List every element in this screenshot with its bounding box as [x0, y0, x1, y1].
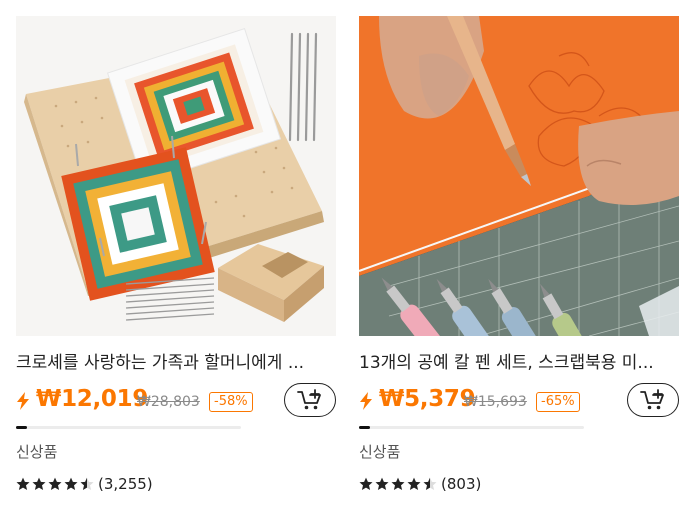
- sales-progress-bar: [359, 426, 584, 429]
- product-card[interactable]: 크로셰를 사랑하는 가족과 할머니에게 ... ₩12,019 ₩28,803 …: [16, 16, 336, 493]
- star-full-icon: [64, 477, 78, 490]
- product-image[interactable]: [16, 16, 336, 336]
- star-rating: [359, 477, 437, 491]
- add-to-cart-icon: [640, 389, 664, 410]
- sales-progress-fill: [359, 426, 371, 429]
- product-title[interactable]: 13개의 공예 칼 펜 세트, 스크랩북용 미...: [359, 352, 679, 374]
- discount-badge: -58%: [209, 392, 253, 412]
- sale-price: ₩12,019: [36, 386, 149, 412]
- sales-progress-fill: [16, 426, 28, 429]
- sales-progress-bar: [16, 426, 241, 429]
- add-to-cart-button[interactable]: [627, 383, 679, 417]
- original-price: ₩28,803: [137, 394, 200, 410]
- star-full-icon: [32, 477, 46, 490]
- new-product-badge: 신상품: [359, 443, 401, 461]
- rating: (803): [359, 475, 679, 493]
- star-full-icon: [407, 477, 421, 490]
- add-to-cart-button[interactable]: [284, 383, 336, 417]
- product-card[interactable]: 13개의 공예 칼 펜 세트, 스크랩북용 미... ₩5,379 ₩15,69…: [359, 16, 679, 493]
- star-full-icon: [48, 477, 62, 490]
- lightning-icon: [17, 392, 29, 410]
- price-row: ₩5,379 ₩15,693 -65%: [359, 383, 679, 418]
- star-full-icon: [375, 477, 389, 490]
- add-to-cart-icon: [297, 389, 321, 410]
- new-product-badge: 신상품: [16, 443, 58, 461]
- discount-badge: -65%: [536, 392, 580, 412]
- sale-price: ₩5,379: [379, 386, 476, 412]
- star-full-icon: [359, 477, 373, 490]
- crochet-blocking-board-image: [16, 16, 336, 336]
- star-half-icon: [80, 477, 94, 490]
- rating: (3,255): [16, 475, 336, 493]
- product-image[interactable]: [359, 16, 679, 336]
- star-rating: [16, 477, 94, 491]
- star-half-icon: [423, 477, 437, 490]
- review-count[interactable]: (3,255): [98, 475, 153, 493]
- original-price: ₩15,693: [464, 394, 527, 410]
- star-full-icon: [16, 477, 30, 490]
- craft-knife-pen-set-image: [359, 16, 679, 336]
- star-full-icon: [391, 477, 405, 490]
- product-title[interactable]: 크로셰를 사랑하는 가족과 할머니에게 ...: [16, 352, 336, 374]
- lightning-icon: [360, 392, 372, 410]
- price-row: ₩12,019 ₩28,803 -58%: [16, 383, 336, 418]
- review-count[interactable]: (803): [441, 475, 481, 493]
